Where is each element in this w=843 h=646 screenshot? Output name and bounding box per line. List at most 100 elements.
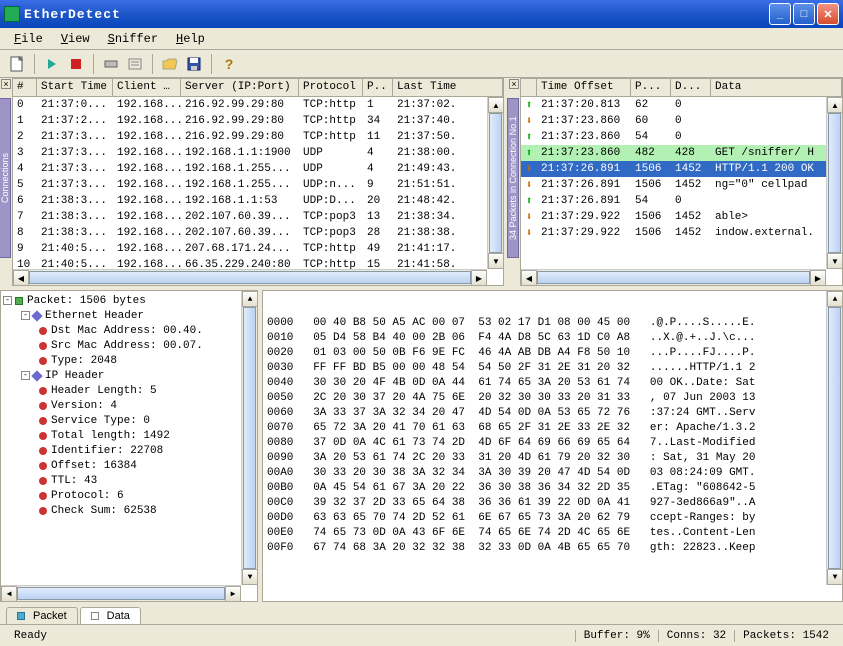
tree-field[interactable]: TTL: 43 <box>3 473 255 488</box>
scroll-right-icon[interactable]: ▶ <box>225 586 241 602</box>
tree-field[interactable]: Identifier: 22708 <box>3 443 255 458</box>
table-row[interactable]: ⬇21:37:29.92215061452indow.external. <box>521 225 842 241</box>
scroll-right-icon[interactable]: ▶ <box>471 270 487 285</box>
table-row[interactable]: 221:37:3...192.168...216.92.99.29:80TCP:… <box>13 129 503 145</box>
scroll-right-icon[interactable]: ▶ <box>810 270 826 285</box>
scroll-up-icon[interactable]: ▲ <box>827 97 842 113</box>
save-button[interactable] <box>183 53 205 75</box>
scroll-up-icon[interactable]: ▲ <box>827 291 843 307</box>
scroll-left-icon[interactable]: ◀ <box>521 270 537 285</box>
scroll-up-icon[interactable]: ▲ <box>488 97 503 113</box>
hex-dump[interactable]: 0000 00 40 B8 50 A5 AC 00 07 53 02 17 D1… <box>262 290 843 602</box>
maximize-button[interactable]: □ <box>793 3 815 25</box>
tree-eth-header[interactable]: -Ethernet Header <box>3 308 255 323</box>
field-icon <box>39 462 47 470</box>
table-row[interactable]: 521:37:3...192.168...192.168.1.255...UDP… <box>13 177 503 193</box>
hex-line: 00A0 30 33 20 30 38 3A 32 34 3A 30 39 20… <box>267 467 838 482</box>
scrollbar-h[interactable]: ◀ ▶ <box>521 269 826 285</box>
scroll-down-icon[interactable]: ▼ <box>827 569 843 585</box>
expander-icon[interactable]: - <box>21 311 30 320</box>
filter-button[interactable] <box>124 53 146 75</box>
col-protocol[interactable]: Protocol <box>299 79 363 96</box>
open-button[interactable] <box>159 53 181 75</box>
menu-help[interactable]: Help <box>168 30 213 48</box>
table-row[interactable]: 721:38:3...192.168...202.107.60.39...TCP… <box>13 209 503 225</box>
scrollbar-h[interactable]: ◀ ▶ <box>13 269 487 285</box>
table-row[interactable]: 121:37:2...192.168...216.92.99.29:80TCP:… <box>13 113 503 129</box>
scrollbar-v[interactable]: ▲ ▼ <box>826 97 842 269</box>
tree-field[interactable]: Total length: 1492 <box>3 428 255 443</box>
col-data[interactable]: Data <box>711 79 842 96</box>
table-row[interactable]: 021:37:0...192.168...216.92.99.29:80TCP:… <box>13 97 503 113</box>
table-row[interactable]: ⬇21:37:26.89115061452HTTP/1.1 200 OK <box>521 161 842 177</box>
tree-ip-header[interactable]: -IP Header <box>3 368 255 383</box>
col-server[interactable]: Server (IP:Port) <box>181 79 299 96</box>
scroll-down-icon[interactable]: ▼ <box>242 569 258 585</box>
table-row[interactable]: 321:37:3...192.168...192.168.1.1:1900UDP… <box>13 145 503 161</box>
play-button[interactable] <box>41 53 63 75</box>
table-row[interactable]: ⬆21:37:23.860540 <box>521 129 842 145</box>
minimize-button[interactable]: _ <box>769 3 791 25</box>
close-button[interactable]: ✕ <box>817 3 839 25</box>
menu-view[interactable]: View <box>53 30 98 48</box>
scroll-up-icon[interactable]: ▲ <box>242 291 258 307</box>
table-row[interactable]: ⬇21:37:23.860600 <box>521 113 842 129</box>
table-row[interactable]: 421:37:3...192.168...192.168.1.255...UDP… <box>13 161 503 177</box>
menu-sniffer[interactable]: Sniffer <box>100 30 166 48</box>
table-row[interactable]: ⬆21:37:20.813620 <box>521 97 842 113</box>
table-row[interactable]: ⬇21:37:26.89115061452ng="0" cellpad <box>521 177 842 193</box>
table-row[interactable]: 821:38:3...192.168...202.107.60.39...TCP… <box>13 225 503 241</box>
scroll-left-icon[interactable]: ◀ <box>1 586 17 602</box>
packet-tab-icon <box>17 612 25 620</box>
scrollbar-h[interactable]: ◀ ▶ <box>1 585 241 601</box>
connections-sidetab[interactable]: Connections <box>0 98 11 258</box>
scrollbar-v[interactable]: ▲ ▼ <box>826 291 842 585</box>
expander-icon[interactable]: - <box>21 371 30 380</box>
menu-file[interactable]: File <box>6 30 51 48</box>
stop-button[interactable] <box>65 53 87 75</box>
table-row[interactable]: 621:38:3...192.168...192.168.1.1:53UDP:D… <box>13 193 503 209</box>
field-icon <box>39 507 47 515</box>
tree-field[interactable]: Header Length: 5 <box>3 383 255 398</box>
tree-field[interactable]: Check Sum: 62538 <box>3 503 255 518</box>
tree-field[interactable]: Service Type: 0 <box>3 413 255 428</box>
tab-packet[interactable]: Packet <box>6 607 78 624</box>
scroll-left-icon[interactable]: ◀ <box>13 270 29 285</box>
expander-icon[interactable]: - <box>3 296 12 305</box>
table-row[interactable]: ⬆21:37:23.860482428GET /sniffer/ H <box>521 145 842 161</box>
tree-field[interactable]: Offset: 16384 <box>3 458 255 473</box>
new-button[interactable] <box>6 53 28 75</box>
packets-sidetab[interactable]: 34 Packets in Connection No.1 <box>507 98 519 258</box>
col-dir[interactable] <box>521 79 537 96</box>
tree-field[interactable]: Type: 2048 <box>3 353 255 368</box>
col-d[interactable]: D... <box>671 79 711 96</box>
col-number[interactable]: # <box>13 79 37 96</box>
hex-line: 0010 05 D4 58 B4 40 00 2B 06 F4 4A D8 5C… <box>267 332 838 347</box>
tree-field[interactable]: Src Mac Address: 00.07. <box>3 338 255 353</box>
tree-field[interactable]: Version: 4 <box>3 398 255 413</box>
help-button[interactable]: ? <box>218 53 240 75</box>
col-client[interactable]: Client ... <box>113 79 181 96</box>
app-icon <box>4 6 20 22</box>
arrow-up-icon: ⬆ <box>526 146 533 160</box>
col-p2[interactable]: P... <box>631 79 671 96</box>
close-pane-icon[interactable]: × <box>509 79 519 89</box>
table-row[interactable]: ⬇21:37:29.92215061452able> <box>521 209 842 225</box>
scroll-down-icon[interactable]: ▼ <box>488 253 503 269</box>
col-starttime[interactable]: Start Time <box>37 79 113 96</box>
hex-line: 0000 00 40 B8 50 A5 AC 00 07 53 02 17 D1… <box>267 317 838 332</box>
scroll-down-icon[interactable]: ▼ <box>827 253 842 269</box>
table-row[interactable]: ⬆21:37:26.891540 <box>521 193 842 209</box>
close-pane-icon[interactable]: × <box>1 79 11 89</box>
tree-field[interactable]: Protocol: 6 <box>3 488 255 503</box>
tree-field[interactable]: Dst Mac Address: 00.40. <box>3 323 255 338</box>
tree-root[interactable]: -Packet: 1506 bytes <box>3 293 255 308</box>
tab-data[interactable]: Data <box>80 607 141 624</box>
table-row[interactable]: 921:40:5...192.168...207.68.171.24...TCP… <box>13 241 503 257</box>
col-timeoffset[interactable]: Time Offset <box>537 79 631 96</box>
col-lasttime[interactable]: Last Time <box>393 79 503 96</box>
scrollbar-v[interactable]: ▲ ▼ <box>241 291 257 585</box>
col-p[interactable]: P.. <box>363 79 393 96</box>
adapter-button[interactable] <box>100 53 122 75</box>
scrollbar-v[interactable]: ▲ ▼ <box>487 97 503 269</box>
